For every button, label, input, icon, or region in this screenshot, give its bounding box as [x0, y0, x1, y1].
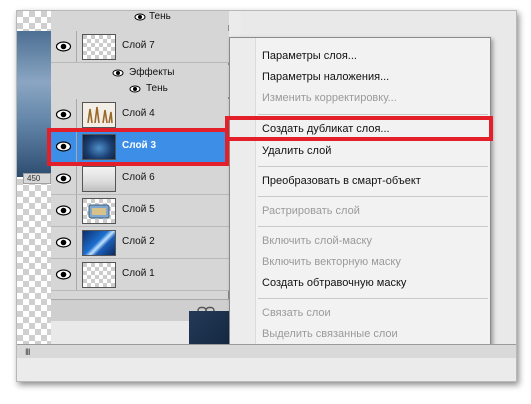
object-thumbnail-icon	[88, 204, 110, 219]
layer-context-menu: Параметры слоя... Параметры наложения...…	[229, 37, 491, 359]
effects-label: Эффекты	[129, 67, 175, 78]
layer-row-5[interactable]: Слой 5	[51, 195, 229, 227]
menu-separator	[258, 226, 488, 227]
menu-item-link-layers: Связать слои	[262, 307, 331, 319]
layers-panel: Тень Слой 7 Эффекты Тень Слой 4 Слой 3 С…	[51, 11, 229, 321]
menu-item-delete-layer[interactable]: Удалить слой	[262, 145, 331, 157]
eye-icon[interactable]	[134, 11, 146, 23]
layer-row-4[interactable]: Слой 4	[51, 99, 229, 131]
column-divider	[76, 99, 77, 130]
highlight-selected-layer	[47, 128, 229, 166]
figures-thumbnail-icon	[83, 103, 115, 127]
effect-label: Тень	[149, 11, 171, 22]
eye-icon[interactable]	[129, 83, 141, 95]
layer-thumbnail	[82, 230, 116, 256]
eye-icon[interactable]	[55, 170, 72, 187]
layer-row-7[interactable]: Слой 7	[51, 31, 229, 63]
horizontal-scrollbar[interactable]: III	[17, 344, 516, 358]
layer-thumbnail	[82, 262, 116, 288]
ruler-label: 450	[23, 173, 51, 184]
layer-name[interactable]: Слой 5	[122, 204, 155, 215]
menu-item-enable-layer-mask: Включить слой-маску	[262, 235, 372, 247]
canvas-image	[17, 31, 51, 177]
eye-icon[interactable]	[112, 67, 124, 79]
layer-thumbnail	[82, 34, 116, 60]
shadow-label: Тень	[146, 83, 168, 94]
layer-name[interactable]: Слой 6	[122, 172, 155, 183]
column-divider	[76, 227, 77, 258]
menu-item-create-clipping-mask[interactable]: Создать обтравочную маску	[262, 277, 406, 289]
layer-name[interactable]: Слой 1	[122, 268, 155, 279]
menu-separator	[258, 196, 488, 197]
menu-icon-gutter	[230, 38, 256, 358]
menu-item-enable-vector-mask: Включить векторную маску	[262, 256, 401, 268]
menu-separator	[258, 114, 488, 115]
layer-row-1[interactable]: Слой 1	[51, 259, 229, 291]
column-divider	[76, 31, 77, 62]
menu-item-select-linked-layers: Выделить связанные слои	[262, 328, 398, 340]
layer-name[interactable]: Слой 4	[122, 108, 155, 119]
photoshop-window: 450 Тень Слой 7 Эффекты Тень Слой 4 Слой…	[16, 10, 517, 382]
menu-item-rasterize-layer: Растрировать слой	[262, 205, 360, 217]
column-divider	[76, 259, 77, 290]
status-area	[17, 358, 516, 381]
layer-row-2[interactable]: Слой 2	[51, 227, 229, 259]
screenshot-frame: 450 Тень Слой 7 Эффекты Тень Слой 4 Слой…	[0, 0, 531, 404]
eye-icon[interactable]	[55, 202, 72, 219]
column-divider	[76, 163, 77, 194]
layer-thumbnail	[82, 102, 116, 128]
menu-item-layer-properties[interactable]: Параметры слоя...	[262, 50, 357, 62]
layer-thumbnail	[82, 198, 116, 224]
eye-icon[interactable]	[55, 106, 72, 123]
menu-item-convert-smart-object[interactable]: Преобразовать в смарт-объект	[262, 175, 421, 187]
eye-icon[interactable]	[55, 266, 72, 283]
menu-separator	[258, 298, 488, 299]
scrollbar-grip[interactable]: III	[25, 347, 30, 357]
layer-name[interactable]: Слой 2	[122, 236, 155, 247]
layer-effects[interactable]: Эффекты	[51, 65, 229, 81]
layer-effect-shadow-top[interactable]: Тень	[51, 11, 229, 25]
menu-item-blending-options[interactable]: Параметры наложения...	[262, 71, 389, 83]
highlight-duplicate-menu-item	[225, 116, 493, 141]
menu-separator	[258, 166, 488, 167]
layer-row-6[interactable]: Слой 6	[51, 163, 229, 195]
layer-effect-shadow[interactable]: Тень	[51, 81, 229, 97]
layer-name[interactable]: Слой 7	[122, 40, 155, 51]
eye-icon[interactable]	[55, 38, 72, 55]
layer-thumbnail	[82, 166, 116, 192]
column-divider	[76, 195, 77, 226]
menu-item-edit-adjustment: Изменить корректировку...	[262, 92, 397, 104]
eye-icon[interactable]	[55, 234, 72, 251]
